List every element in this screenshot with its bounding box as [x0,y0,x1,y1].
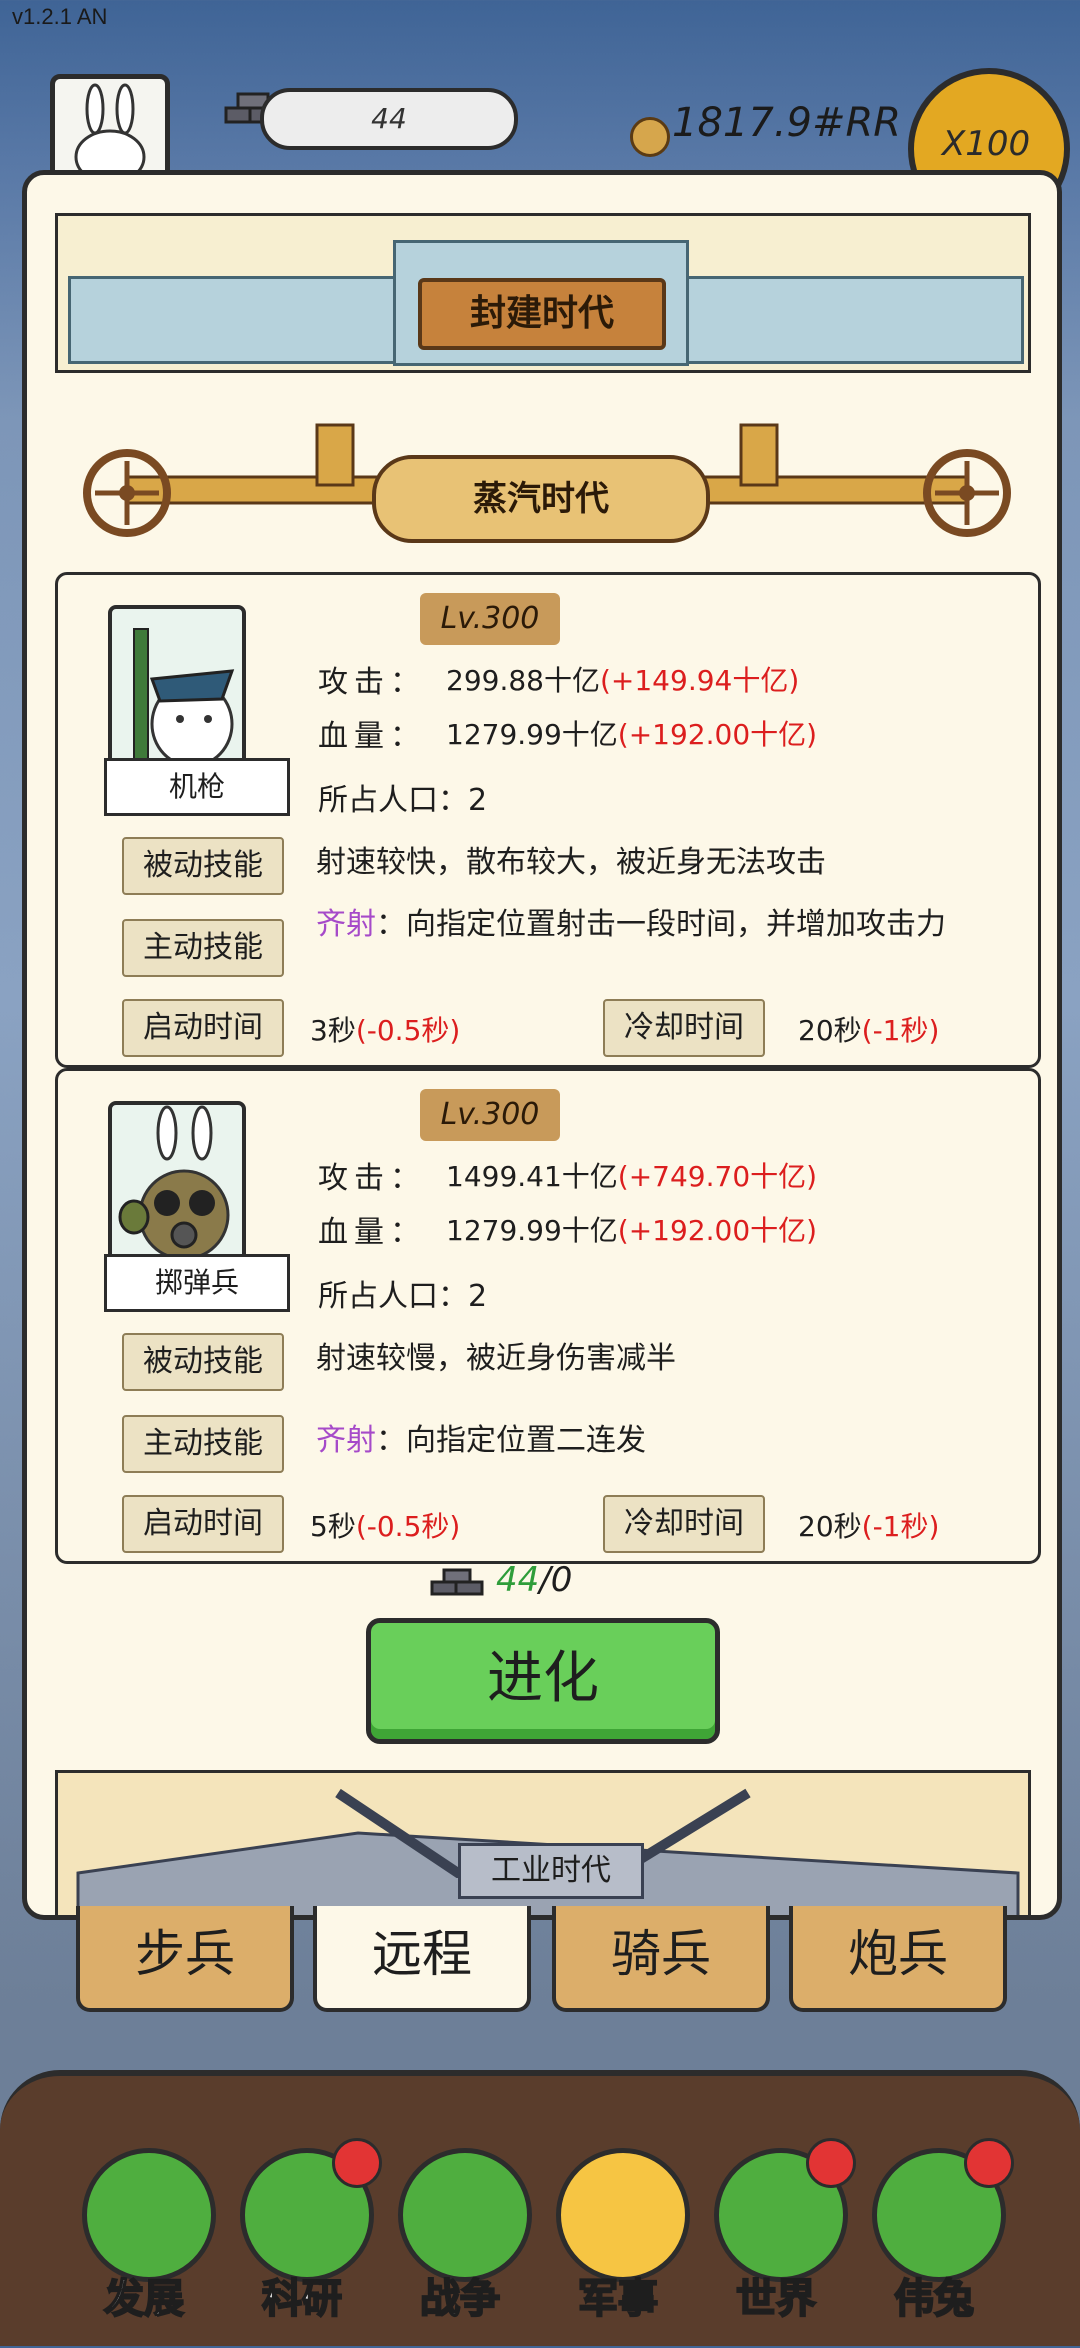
level-badge: Lv.300 [420,1089,560,1141]
active-skill-name: 齐射 [316,1423,376,1458]
passive-skill-button[interactable]: 被动技能 [122,1333,284,1391]
coin-icon [630,117,670,157]
iron-icon [430,1568,486,1604]
health-value: 1279.99十亿(+192.00十亿) [446,1209,817,1249]
unit-name: 掷弹兵 [104,1254,290,1312]
cooldown-number: 20秒 [798,1510,862,1543]
attack-label: 攻击： [318,1161,426,1196]
develop-icon [82,2148,216,2282]
nav-research[interactable]: 科研 [232,2138,382,2348]
active-skill-desc: ：向指定位置射击一段时间，并增加攻击力 [376,907,946,942]
iron-counter: 44 [260,88,518,150]
health-value: 1279.99十亿(+192.00十亿) [446,713,817,753]
unit-card-machinegun: 机枪 Lv.300 攻击： 299.88十亿(+149.94十亿) 血量： 12… [55,572,1041,1068]
tab-infantry[interactable]: 步兵 [76,1906,294,2012]
notification-badge [964,2138,1014,2188]
nav-label: 伟兔 [893,2275,975,2323]
population-label: 所占人口：2 [318,1279,488,1314]
passive-skill-text: 射速较快，散布较大，被近身无法攻击 [316,845,826,880]
unit-portrait-grenadier [108,1101,246,1269]
startup-bonus: (-0.5秒) [355,1014,461,1047]
cooldown-value: 20秒(-1秒) [798,1009,939,1049]
cooldown-bonus: (-1秒) [861,1510,940,1543]
unit-card-grenadier: 掷弹兵 Lv.300 攻击： 1499.41十亿(+749.70十亿) 血量： … [55,1068,1041,1564]
passive-skill-button[interactable]: 被动技能 [122,837,284,895]
notification-badge [806,2138,856,2188]
active-skill-button[interactable]: 主动技能 [122,919,284,977]
evolve-button[interactable]: 进化 [366,1618,720,1744]
health-bonus: (+192.00十亿) [617,718,818,751]
nav-label: 发展 [103,2275,185,2323]
startup-number: 3秒 [310,1014,356,1047]
tab-artillery[interactable]: 炮兵 [789,1906,1007,2012]
evolve-have: 44 [496,1560,540,1600]
helmet-icon [556,2148,690,2282]
evolve-need: /0 [539,1560,573,1600]
nav-label: 战争 [419,2275,501,2323]
cooldown-number: 20秒 [798,1014,862,1047]
active-skill-desc: ：向指定位置二连发 [376,1423,646,1458]
active-skill-text: 齐射：向指定位置二连发 [316,1419,1016,1463]
nav-war[interactable]: 战争 [390,2148,532,2348]
active-skill-name: 齐射 [316,907,376,942]
startup-time-button[interactable]: 启动时间 [122,1495,284,1553]
startup-number: 5秒 [310,1510,356,1543]
nav-rabbit[interactable]: 伟兔 [864,2138,1014,2348]
era-title: 封建时代 [418,278,666,350]
nav-label: 军事 [577,2275,659,2323]
startup-time-value: 3秒(-0.5秒) [310,1009,460,1049]
attack-value: 1499.41十亿(+749.70十亿) [446,1155,817,1195]
era-title-industrial: 工业时代 [458,1843,644,1899]
nav-label: 科研 [261,2275,343,2323]
nav-military[interactable]: 军事 [548,2148,690,2348]
health-label: 血量： [318,1215,426,1250]
health-number: 1279.99十亿 [446,718,618,751]
health-label: 血量： [318,719,426,754]
version-label: v1.2.1 AN [12,4,108,29]
multiplier-label: X100 [942,124,1031,164]
era-title-steam: 蒸汽时代 [372,455,710,543]
unit-name: 机枪 [104,758,290,816]
era-banner-steam: 蒸汽时代 [67,415,1027,565]
swords-icon [398,2148,532,2282]
evolve-cost: 44/0 [496,1560,572,1600]
unit-portrait-machinegun [108,605,246,773]
startup-time-value: 5秒(-0.5秒) [310,1505,460,1545]
active-skill-text: 齐射：向指定位置射击一段时间，并增加攻击力 [316,903,1016,947]
coin-counter: 1817.9#RR [672,100,902,146]
health-bonus: (+192.00十亿) [617,1214,818,1247]
attack-label: 攻击： [318,665,426,700]
cooldown-button[interactable]: 冷却时间 [603,1495,765,1553]
tab-cavalry[interactable]: 骑兵 [552,1906,770,2012]
tab-ranged[interactable]: 远程 [313,1906,531,2012]
passive-skill-text: 射速较慢，被近身伤害减半 [316,1341,676,1376]
era-banner-industrial: 工业时代 [55,1770,1031,1915]
nav-develop[interactable]: 发展 [74,2148,216,2348]
attack-value: 299.88十亿(+149.94十亿) [446,659,799,699]
health-number: 1279.99十亿 [446,1214,618,1247]
attack-bonus: (+149.94十亿) [599,664,800,697]
active-skill-button[interactable]: 主动技能 [122,1415,284,1473]
notification-badge [332,2138,382,2188]
era-banner-feudal: 封建时代 [55,213,1031,373]
cooldown-value: 20秒(-1秒) [798,1505,939,1545]
cooldown-bonus: (-1秒) [861,1014,940,1047]
attack-bonus: (+749.70十亿) [617,1160,818,1193]
attack-number: 1499.41十亿 [446,1160,618,1193]
population-label: 所占人口：2 [318,783,488,818]
nav-label: 世界 [735,2275,817,2323]
level-badge: Lv.300 [420,593,560,645]
attack-number: 299.88十亿 [446,664,600,697]
startup-time-button[interactable]: 启动时间 [122,999,284,1057]
startup-bonus: (-0.5秒) [355,1510,461,1543]
cooldown-button[interactable]: 冷却时间 [603,999,765,1057]
nav-world[interactable]: 世界 [706,2138,856,2348]
